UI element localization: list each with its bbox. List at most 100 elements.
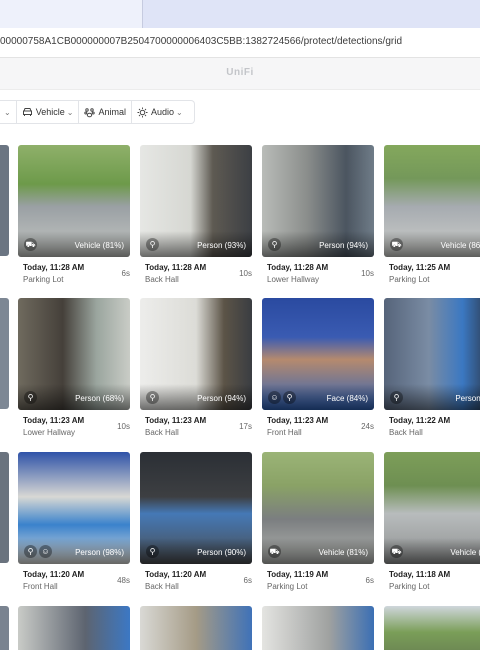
filter-audio[interactable]: Audio ⌄: [132, 101, 188, 123]
car-icon: ⛟: [390, 238, 403, 251]
detection-card[interactable]: ⚲ ☺ Person (98%) Today, 11:20 AM Front Hall 4…: [18, 452, 130, 602]
detection-camera-name: Parking Lot: [389, 275, 430, 284]
detection-camera-name: Back Hall: [145, 582, 179, 591]
detection-card[interactable]: ⚲ Person (94%) Today, 11:23 AM Back Hall 17s: [140, 298, 252, 448]
detection-card-cropped[interactable]: [0, 452, 9, 563]
detection-camera-name: Back Hall: [145, 428, 179, 437]
detection-time: Today, 11:28 AM: [267, 263, 329, 272]
detection-meta: Today, 11:18 AM Parking Lot: [384, 570, 480, 602]
filter-audio-label: Audio: [150, 107, 174, 117]
detection-card[interactable]: ⚲ Person (68%) Today, 11:23 AM Lower Hallwa…: [18, 298, 130, 448]
detection-thumbnail[interactable]: ⚲ Person (68%): [18, 298, 130, 410]
detection-type-icons: ⛟: [390, 545, 403, 558]
address-bar[interactable]: 00000758A1CB000000007B2504700000006403C5…: [0, 28, 480, 58]
url-text[interactable]: 00000758A1CB000000007B2504700000006403C5…: [0, 36, 402, 47]
detection-meta: Today, 11:23 AM Back Hall 17s: [140, 416, 252, 448]
tab-divider: [142, 0, 143, 28]
person-icon: ⚲: [24, 545, 37, 558]
detection-duration: 6s: [365, 576, 374, 585]
audio-icon: [137, 107, 148, 117]
detection-thumbnail[interactable]: ⚲ Person (94%): [262, 145, 374, 257]
detection-thumbnail[interactable]: [18, 606, 130, 650]
detection-card[interactable]: ⛟ Vehicle (81%) Today, 11:19 AM Parking Lot…: [262, 452, 374, 602]
person-icon: ⚲: [268, 238, 281, 251]
detection-confidence: Vehicle (81%): [318, 548, 368, 557]
chevron-down-icon: ⌄: [175, 107, 183, 117]
detection-card[interactable]: ⚲ Person (90%) Today, 11:20 AM Back Hall 6s: [140, 452, 252, 602]
detection-meta: Today, 11:22 AMBack Hall2: [384, 416, 480, 448]
browser-tab[interactable]: [0, 0, 142, 28]
detection-thumbnail[interactable]: ⛟ Vehicle (81%): [18, 145, 130, 257]
detection-card-cropped[interactable]: [0, 145, 9, 256]
app-header: UniFi: [0, 58, 480, 90]
detection-card[interactable]: ⛟ Vehicle (73 Today, 11:18 AM Parking Lot: [384, 452, 480, 602]
detection-type-icons: ⚲: [268, 238, 281, 251]
detection-confidence: Vehicle (86%): [440, 241, 480, 250]
detection-meta: Today, 11:23 AM Lower Hallway 10s: [18, 416, 130, 448]
detection-thumbnail[interactable]: ⛟ Vehicle (73: [384, 452, 480, 564]
person-icon: ⚲: [390, 391, 403, 404]
detection-thumbnail[interactable]: ⛟ Vehicle (81%): [262, 452, 374, 564]
detection-meta: Today, 11:20 AM Back Hall 6s: [140, 570, 252, 602]
detection-time: Today, 11:25 AM: [389, 263, 451, 272]
filter-animal-label: Animal: [98, 107, 126, 117]
detection-thumbnail[interactable]: ⚲ Person (93%): [140, 145, 252, 257]
detection-confidence: Person (9: [455, 394, 480, 403]
detection-card[interactable]: ☺ ⚲ Face (84%) Today, 11:23 AM Front Hall 24s: [262, 298, 374, 448]
detection-time: Today, 11:28 AM: [23, 263, 85, 272]
detection-time: Today, 11:28 AM: [145, 263, 207, 272]
detection-confidence: Vehicle (73: [450, 548, 480, 557]
filter-dropdown-previous[interactable]: ⌄: [0, 101, 16, 123]
car-icon: [22, 108, 32, 116]
detection-confidence: Person (94%): [197, 394, 246, 403]
detection-confidence: Person (68%): [75, 394, 124, 403]
detection-card[interactable]: ⚲ Person (93%) Today, 11:28 AM Back Hall 10s: [140, 145, 252, 295]
detection-duration: 17s: [239, 422, 252, 431]
filter-animal[interactable]: Animal: [79, 101, 131, 123]
detection-thumbnail[interactable]: [262, 606, 374, 650]
detection-card[interactable]: ⚲ Person (9 Today, 11:22 AMBack Hall2: [384, 298, 480, 448]
detection-time: Today, 11:23 AM: [23, 416, 85, 425]
person-icon: ⚲: [24, 391, 37, 404]
detection-type-icons: ⚲ ☺: [24, 545, 52, 558]
detection-duration: 10s: [361, 269, 374, 278]
detection-meta: Today, 11:28 AM Lower Hallway 10s: [262, 263, 374, 295]
detection-time: Today, 11:23 AM: [267, 416, 329, 425]
detection-confidence: Face (84%): [326, 394, 368, 403]
detection-card[interactable]: ⚲ Person (94%) Today, 11:28 AM Lower Hallwa…: [262, 145, 374, 295]
browser-tab-strip: [0, 0, 480, 28]
detection-confidence: Person (98%): [75, 548, 124, 557]
detection-card[interactable]: ⛟ Vehicle (81%) Today, 11:28 AM Parking Lot…: [18, 145, 130, 295]
detection-filter-bar: ⌄ Vehicle ⌄ Animal Audio ⌄: [0, 100, 195, 124]
car-icon: ⛟: [24, 238, 37, 251]
detection-meta: Today, 11:20 AM Front Hall 48s: [18, 570, 130, 602]
detection-card-cropped[interactable]: [0, 606, 9, 650]
detection-duration: 6s: [243, 576, 252, 585]
detection-meta: Today, 11:28 AM Parking Lot 6s: [18, 263, 130, 295]
detection-type-icons: ⚲: [146, 545, 159, 558]
detection-camera-name: Lower Hallway: [267, 275, 320, 284]
detection-camera-name: Front Hall: [267, 428, 302, 437]
detection-time: Today, 11:20 AM: [145, 570, 207, 579]
filter-vehicle[interactable]: Vehicle ⌄: [17, 101, 79, 123]
detection-thumbnail[interactable]: ☺ ⚲ Face (84%): [262, 298, 374, 410]
detection-thumbnail[interactable]: [140, 606, 252, 650]
detection-duration: 6s: [121, 269, 130, 278]
person-icon: ⚲: [146, 238, 159, 251]
filter-vehicle-label: Vehicle: [35, 107, 65, 117]
person-icon: ⚲: [146, 391, 159, 404]
detection-card-cropped[interactable]: [0, 298, 9, 409]
detection-type-icons: ⚲: [24, 391, 37, 404]
detection-camera-name: Lower Hallway: [23, 428, 76, 437]
detection-thumbnail[interactable]: [384, 606, 480, 650]
detection-duration: 10s: [239, 269, 252, 278]
detection-thumbnail[interactable]: ⚲ Person (90%): [140, 452, 252, 564]
detection-thumbnail[interactable]: ⚲ Person (94%): [140, 298, 252, 410]
detection-card[interactable]: ⛟ Vehicle (86%) Today, 11:25 AM Parking Lot: [384, 145, 480, 295]
detection-thumbnail[interactable]: ⚲ Person (9: [384, 298, 480, 410]
detection-camera-name: Parking Lot: [389, 582, 430, 591]
detection-thumbnail[interactable]: ⛟ Vehicle (86%): [384, 145, 480, 257]
detection-thumbnail[interactable]: ⚲ ☺ Person (98%): [18, 452, 130, 564]
detection-duration: 48s: [117, 576, 130, 585]
person-icon: ⚲: [283, 391, 296, 404]
